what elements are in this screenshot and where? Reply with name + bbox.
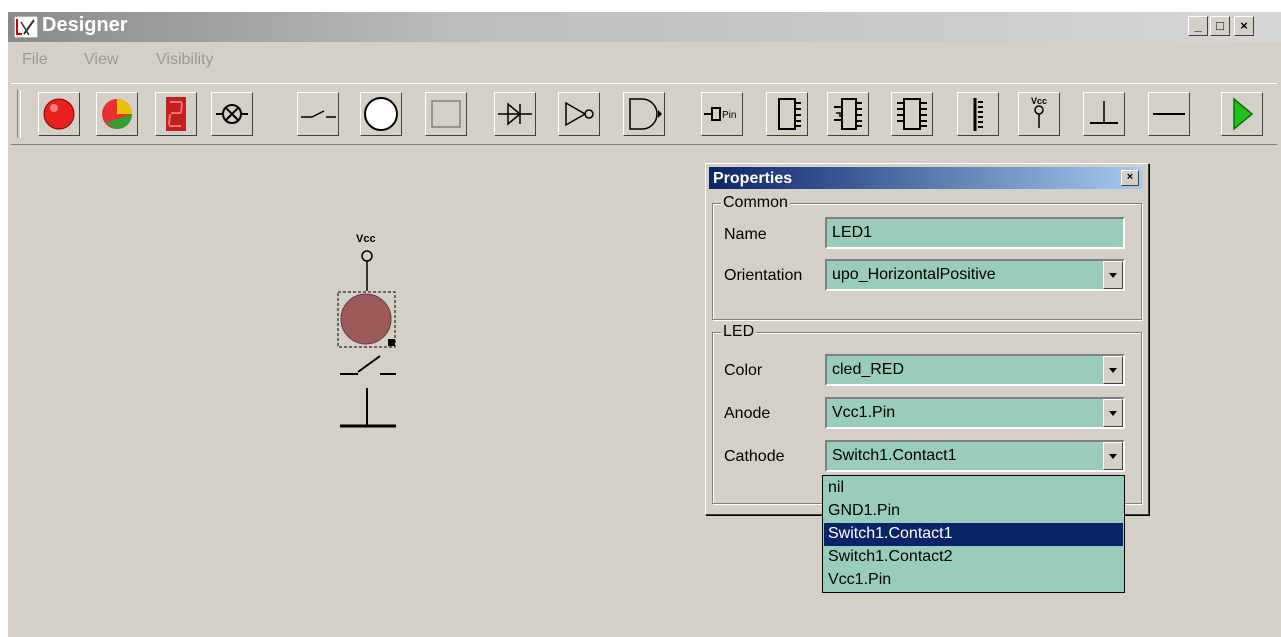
name-value: LED1 <box>832 224 873 241</box>
name-input[interactable]: LED1 <box>825 217 1125 249</box>
anode-dropdown-button[interactable] <box>1103 399 1123 427</box>
wire-button[interactable] <box>1148 92 1190 136</box>
and-gate-icon <box>629 98 662 130</box>
red-led-icon <box>43 98 75 130</box>
rectangle-button[interactable] <box>425 92 467 136</box>
chip-3-icon <box>897 98 927 130</box>
cathode-option-nil[interactable]: nil <box>824 477 1123 500</box>
properties-title-bar[interactable]: Properties × <box>709 167 1143 189</box>
pin-label: Pin <box>722 110 736 121</box>
color-select[interactable]: cled_RED <box>825 354 1125 386</box>
inverter-icon <box>565 101 594 127</box>
window-title: Designer <box>42 14 128 36</box>
ground-icon <box>1090 101 1118 124</box>
close-icon: × <box>1126 171 1134 183</box>
run-button[interactable] <box>1221 92 1263 136</box>
properties-dialog: Properties × Common Name LED1 Orientatio… <box>705 163 1149 515</box>
diode-button[interactable] <box>494 92 536 136</box>
pin-button[interactable]: Pin <box>701 92 743 136</box>
pin-icon: Pin <box>704 107 736 121</box>
cathode-option-gnd1-pin[interactable]: GND1.Pin <box>824 500 1123 523</box>
vcc-icon: Vcc <box>1031 96 1047 128</box>
chip-3-button[interactable] <box>891 92 933 136</box>
close-button[interactable]: × <box>1234 16 1254 36</box>
cathode-option-switch1-contact2[interactable]: Switch1.Contact2 <box>824 546 1123 569</box>
chip-1-button[interactable] <box>766 92 808 136</box>
wire-icon <box>1153 113 1185 115</box>
rectangle-icon <box>431 100 461 128</box>
cathode-dropdown-button[interactable] <box>1103 442 1123 470</box>
maximize-button[interactable]: □ <box>1210 16 1230 36</box>
resistor-button[interactable] <box>957 92 999 136</box>
inverter-button[interactable] <box>558 92 600 136</box>
minimize-icon: _ <box>1194 18 1202 33</box>
led-group-label: LED <box>721 323 757 341</box>
gnd1-symbol[interactable] <box>340 388 396 428</box>
toolbar-grip[interactable] <box>17 90 21 138</box>
vcc-symbol[interactable] <box>361 250 373 291</box>
name-label: Name <box>724 226 767 243</box>
and-gate-button[interactable] <box>623 92 665 136</box>
bicolor-led-button[interactable] <box>96 92 138 136</box>
switch-button[interactable] <box>297 92 339 136</box>
title-bar[interactable]: Designer _ □ × <box>8 12 1281 42</box>
ground-button[interactable] <box>1083 92 1125 136</box>
cathode-value: Switch1.Contact1 <box>832 447 957 464</box>
run-icon <box>1233 97 1254 131</box>
menu-view[interactable]: View <box>84 51 118 69</box>
orientation-label: Orientation <box>724 267 803 284</box>
color-dropdown-button[interactable] <box>1103 356 1123 384</box>
orientation-select[interactable]: upo_HorizontalPositive <box>825 259 1125 291</box>
bicolor-led-icon <box>102 99 132 129</box>
switch-icon <box>301 110 336 118</box>
circle-icon <box>364 97 398 131</box>
anode-select[interactable]: Vcc1.Pin <box>825 397 1125 429</box>
properties-title: Properties <box>713 170 793 187</box>
diode-icon <box>498 102 532 126</box>
vcc-button-label: Vcc <box>1031 96 1047 106</box>
lamp-button[interactable] <box>211 92 253 136</box>
cathode-label: Cathode <box>724 448 785 465</box>
resistor-icon <box>973 98 983 131</box>
common-group: Common Name LED1 Orientation upo_Horizon… <box>712 194 1142 320</box>
cathode-option-vcc1-pin[interactable]: Vcc1.Pin <box>824 569 1123 592</box>
app-icon <box>14 16 38 38</box>
canvas-vcc-label: Vcc <box>356 233 376 245</box>
resize-handle[interactable] <box>388 339 395 346</box>
seven-segment-icon <box>166 97 186 131</box>
orientation-value: upo_HorizontalPositive <box>832 266 996 283</box>
red-led-button[interactable] <box>38 92 80 136</box>
circle-button[interactable] <box>360 92 402 136</box>
color-label: Color <box>724 362 763 379</box>
switch1-symbol[interactable] <box>340 355 396 375</box>
cathode-dropdown-list: nil GND1.Pin Switch1.Contact1 Switch1.Co… <box>822 475 1125 593</box>
minimize-button[interactable]: _ <box>1188 16 1208 36</box>
menu-visibility[interactable]: Visibility <box>156 51 214 69</box>
lamp-icon <box>216 104 248 124</box>
menu-bar: File View Visibility <box>8 42 1281 76</box>
common-group-label: Common <box>721 194 790 212</box>
orientation-dropdown-button[interactable] <box>1103 261 1123 289</box>
menu-file[interactable]: File <box>22 51 48 69</box>
seven-segment-button[interactable] <box>155 92 197 136</box>
vcc-button[interactable]: Vcc <box>1018 92 1060 136</box>
chip-2-icon <box>834 98 862 130</box>
close-icon: × <box>1240 18 1248 33</box>
cathode-select[interactable]: Switch1.Contact1 <box>825 440 1125 472</box>
cathode-option-switch1-contact1[interactable]: Switch1.Contact1 <box>824 523 1123 546</box>
component-toolbar: Pin Vcc <box>11 83 1277 145</box>
properties-close-button[interactable]: × <box>1121 170 1139 186</box>
led1-component[interactable] <box>337 291 396 348</box>
chip-2-button[interactable] <box>827 92 869 136</box>
chip-1-icon <box>778 98 801 130</box>
anode-label: Anode <box>724 405 771 422</box>
color-value: cled_RED <box>832 361 905 378</box>
anode-value: Vcc1.Pin <box>832 404 896 421</box>
maximize-icon: □ <box>1216 18 1224 33</box>
circuit-drawing: Vcc <box>337 233 396 428</box>
